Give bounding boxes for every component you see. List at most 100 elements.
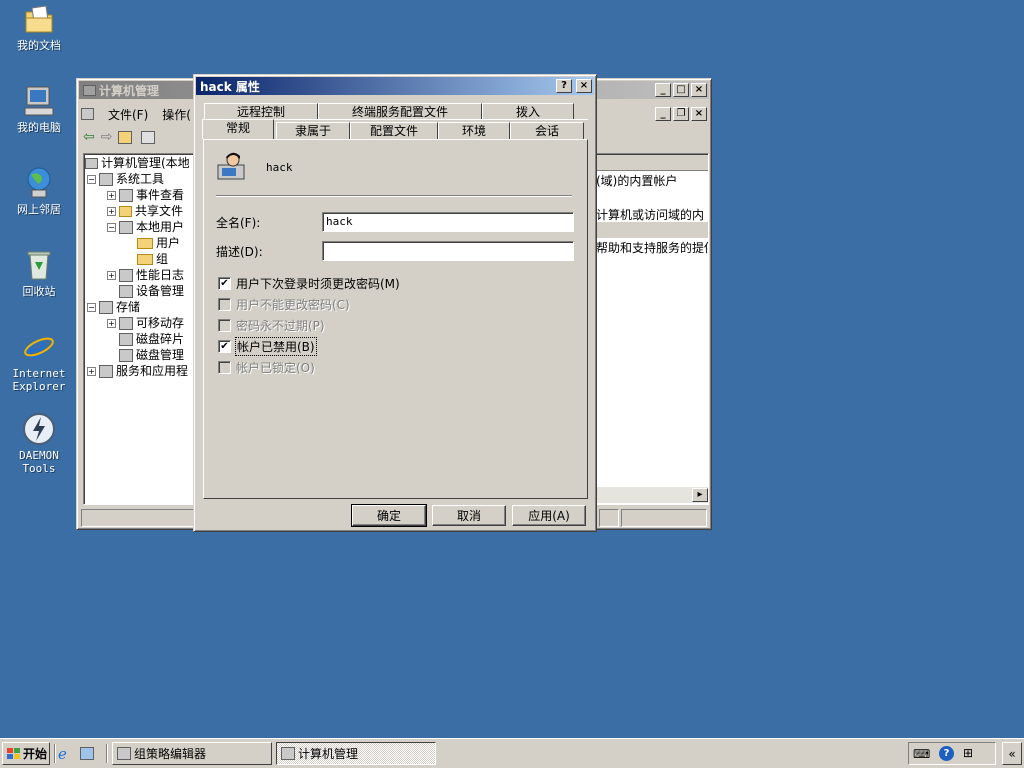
back-arrow-icon[interactable]: ⇦ xyxy=(83,129,95,145)
tray-expand-button[interactable]: « xyxy=(1002,742,1022,765)
tree-node[interactable]: + 服务和应用程 xyxy=(87,363,188,379)
tab-terminal-services-profile[interactable]: 终端服务配置文件 xyxy=(318,103,482,120)
tree-node-users[interactable]: 用户 xyxy=(137,235,180,251)
task-computer-management[interactable]: 计算机管理 xyxy=(276,742,436,765)
dialog-close-button[interactable]: × xyxy=(576,79,592,93)
daemon-tools-icon xyxy=(22,412,56,446)
task-group-policy-editor[interactable]: 组策略编辑器 xyxy=(112,742,272,765)
cancel-button[interactable]: 取消 xyxy=(432,505,506,526)
desktop-icon-label: DAEMON Tools xyxy=(19,449,59,475)
scroll-right-button[interactable]: ▸ xyxy=(692,488,708,502)
desktop-icon-internet-explorer[interactable]: e Internet Explorer xyxy=(0,328,78,393)
checkbox-label: 密码永不过期(P) xyxy=(236,319,325,333)
apply-button[interactable]: 应用(A) xyxy=(512,505,586,526)
child-restore-button[interactable]: ❐ xyxy=(673,107,689,121)
tree-node[interactable]: 设备管理 xyxy=(119,283,184,299)
desktop-icon-network[interactable]: 网上邻居 xyxy=(0,166,78,216)
child-close-button[interactable]: × xyxy=(691,107,707,121)
checkbox-account-disabled-box[interactable]: ✔ xyxy=(218,340,231,353)
menu-file[interactable]: 文件(F) xyxy=(108,106,148,123)
desktop-icon-label-line2: Explorer xyxy=(12,380,66,393)
list-cell: 计算机或访问域的内 xyxy=(596,208,705,222)
tree-node[interactable]: − 存储 xyxy=(87,299,140,315)
network-tray-icon[interactable]: ⊞ xyxy=(963,746,973,760)
quick-launch-desktop-icon[interactable] xyxy=(80,747,94,760)
tree-node[interactable]: − 本地用户 xyxy=(107,219,184,235)
tree-node[interactable]: + 共享文件 xyxy=(107,203,183,219)
child-minimize-button[interactable]: _ xyxy=(655,107,671,121)
desktop-icon-label: 我的文档 xyxy=(17,39,61,52)
checkbox-label: 帐户已锁定(O) xyxy=(236,361,315,375)
windows-logo-icon xyxy=(7,748,20,759)
tree-node[interactable]: + 事件查看 xyxy=(107,187,184,203)
tree-node[interactable]: − 系统工具 xyxy=(87,171,164,187)
checkbox-label: 帐户已禁用(B) xyxy=(235,337,317,356)
keyboard-icon[interactable]: ⌨ xyxy=(913,747,930,761)
dialog-title: hack 属性 xyxy=(200,79,260,94)
tree-node-groups[interactable]: 组 xyxy=(137,251,168,267)
window-title: 计算机管理 xyxy=(99,83,160,98)
help-button[interactable]: ? xyxy=(556,79,572,93)
tree-node[interactable]: + 可移动存 xyxy=(107,315,184,331)
checkbox-label: 用户下次登录时须更改密码(M) xyxy=(236,277,400,291)
task-label: 组策略编辑器 xyxy=(134,747,207,761)
list-cell: (域)的内置帐户 xyxy=(596,174,678,188)
ok-button[interactable]: 确定 xyxy=(351,504,427,527)
svg-text:e: e xyxy=(27,330,46,364)
desktop-icon-my-computer[interactable]: 我的电脑 xyxy=(0,84,78,134)
tab-environment[interactable]: 环境 xyxy=(438,122,510,139)
taskbar: 开始 e 组策略编辑器 计算机管理 ⌨ ? ⊞ « xyxy=(0,738,1024,768)
tree-node[interactable]: + 性能日志 xyxy=(107,267,184,283)
minimize-button[interactable]: _ xyxy=(655,83,671,97)
help-tray-icon[interactable]: ? xyxy=(939,746,954,761)
tree-view: 计算机管理(本地 − 系统工具 + 事件查看 + 共享文件 − 本地用户 用户 组 + 性… xyxy=(85,155,195,503)
start-label: 开始 xyxy=(23,747,48,761)
hack-properties-dialog[interactable]: hack 属性 ? × 远程控制 终端服务配置文件 拨入 常规 隶属于 配置文件… xyxy=(193,74,597,532)
tab-member-of[interactable]: 隶属于 xyxy=(276,122,350,139)
full-name-input[interactable]: hack xyxy=(322,212,574,232)
desktop-icon-my-documents[interactable]: 我的文档 xyxy=(0,2,78,52)
task-label: 计算机管理 xyxy=(298,747,359,761)
menu-action[interactable]: 操作( xyxy=(162,106,191,123)
tab-profile[interactable]: 配置文件 xyxy=(350,122,438,139)
system-tray: ⌨ ? ⊞ xyxy=(908,742,996,765)
tab-remote-control[interactable]: 远程控制 xyxy=(204,103,318,120)
desktop-icon-recycle-bin[interactable]: 回收站 xyxy=(0,248,78,298)
close-button[interactable]: × xyxy=(691,83,707,97)
tab-sessions[interactable]: 会话 xyxy=(510,122,584,139)
separator xyxy=(216,195,572,197)
desktop-icon-daemon-tools[interactable]: DAEMON Tools xyxy=(0,412,78,475)
up-folder-icon[interactable] xyxy=(118,130,133,144)
full-name-label: 全名(F): xyxy=(216,216,261,230)
checkbox-account-disabled[interactable]: ✔ 帐户已禁用(B) xyxy=(218,337,317,356)
checkbox-label: 用户不能更改密码(C) xyxy=(236,298,350,312)
toolbar: ⇦ ⇨ xyxy=(83,129,158,145)
user-icon xyxy=(216,151,250,183)
tree-node[interactable]: 计算机管理(本地 xyxy=(85,155,190,171)
checkbox-cannot-change-password: 用户不能更改密码(C) xyxy=(218,296,350,313)
list-cell: 帮助和支持服务的提供 xyxy=(596,241,708,255)
forward-arrow-icon[interactable]: ⇨ xyxy=(101,129,113,145)
show-hide-tree-icon[interactable] xyxy=(141,130,156,144)
desktop-icon-label: 我的电脑 xyxy=(17,121,61,134)
my-computer-icon xyxy=(22,84,56,118)
list-header[interactable] xyxy=(596,155,708,171)
network-icon xyxy=(22,166,56,200)
tree-node[interactable]: 磁盘碎片 xyxy=(119,331,184,347)
tree-node[interactable]: 磁盘管理 xyxy=(119,347,184,363)
my-documents-icon xyxy=(22,2,56,36)
task-separator xyxy=(106,744,108,763)
checkbox-must-change-password-box[interactable]: ✔ xyxy=(218,277,231,290)
dialog-titlebar[interactable]: hack 属性 ? × xyxy=(196,77,594,95)
user-name: hack xyxy=(266,161,293,174)
maximize-button[interactable]: □ xyxy=(673,83,689,97)
menu-bar: 文件(F) 操作( xyxy=(81,103,205,125)
quick-launch-ie-icon[interactable]: e xyxy=(58,745,67,763)
tab-general[interactable]: 常规 xyxy=(202,119,274,139)
checkbox-account-locked: 帐户已锁定(O) xyxy=(218,359,315,376)
tab-dial-in[interactable]: 拨入 xyxy=(482,103,574,120)
start-button[interactable]: 开始 xyxy=(2,742,50,765)
checkbox-must-change-password[interactable]: ✔ 用户下次登录时须更改密码(M) xyxy=(218,275,400,292)
description-input[interactable] xyxy=(322,241,574,261)
mmc-doc-icon xyxy=(81,108,94,120)
